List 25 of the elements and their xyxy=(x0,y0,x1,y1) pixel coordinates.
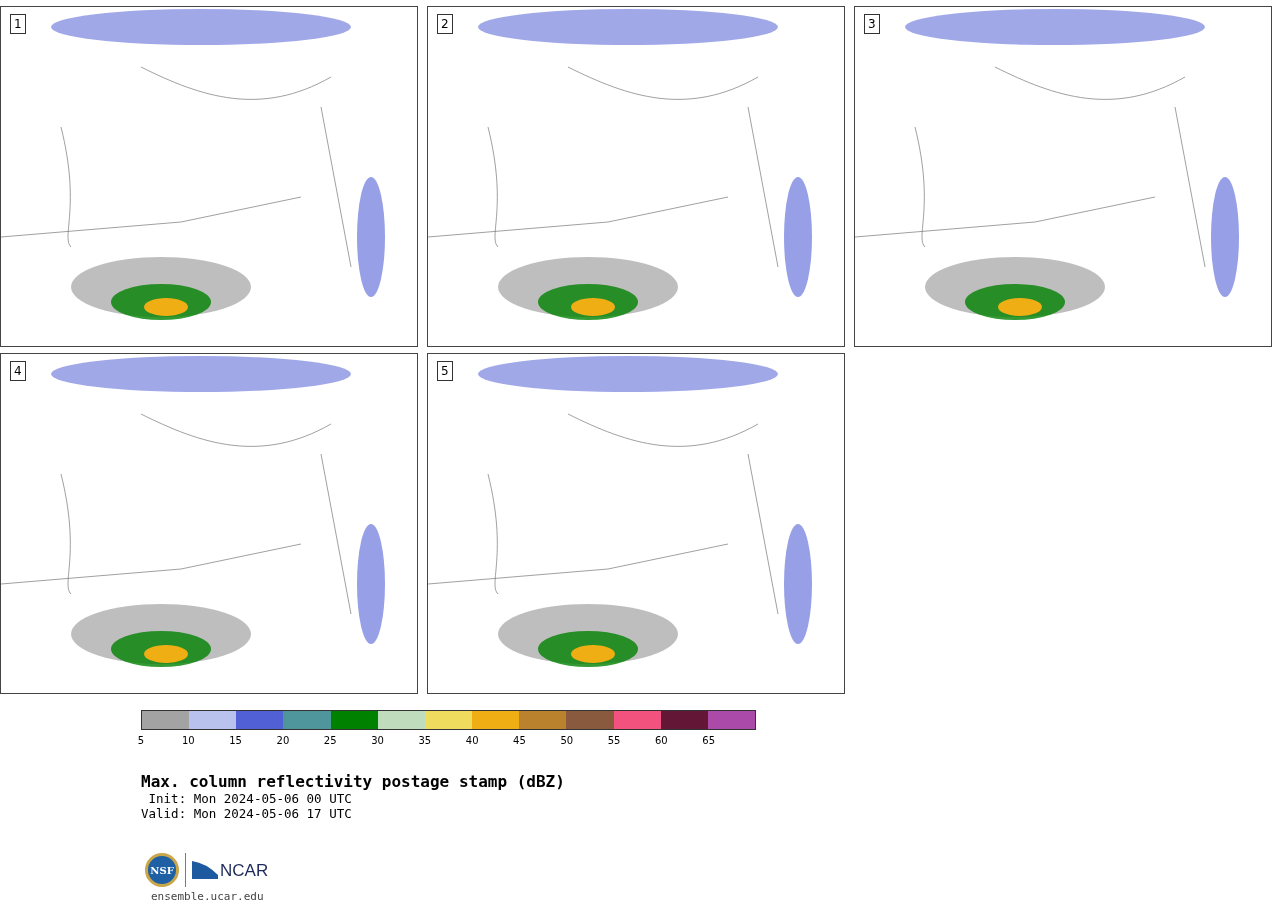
panel-number: 1 xyxy=(10,14,26,34)
tick-label: 65 xyxy=(702,735,716,747)
ncar-logo: NCAR xyxy=(192,861,269,879)
tick-label: 50 xyxy=(560,735,574,747)
tick-label: 25 xyxy=(323,735,337,747)
tick-label: 15 xyxy=(229,735,242,747)
tick-label: 45 xyxy=(513,735,526,747)
tick-label: 10 xyxy=(181,735,195,747)
init-time: Init: Mon 2024-05-06 00 UTC xyxy=(147,791,353,806)
chart-title: Max. column reflectivity postage stamp (dBZ) xyxy=(141,772,566,791)
site-url: ensemble.ucar.edu xyxy=(151,890,265,903)
panel-number: 5 xyxy=(437,361,453,381)
panel-number: 3 xyxy=(864,14,880,34)
nsf-logo: NSF xyxy=(145,853,179,887)
tick-label: 30 xyxy=(371,735,384,747)
panel-number: 4 xyxy=(10,361,26,381)
tick-label: 55 xyxy=(607,735,621,747)
tick-label: 60 xyxy=(655,735,668,747)
tick-label: 35 xyxy=(418,735,432,747)
tick-label: 20 xyxy=(276,735,290,747)
tick-label: 40 xyxy=(465,735,479,747)
tick-label: 5 xyxy=(137,735,145,747)
panel-number: 2 xyxy=(437,14,453,34)
ncar-emblem-icon xyxy=(192,861,218,879)
valid-time: Valid: Mon 2024-05-06 17 UTC xyxy=(141,806,353,821)
